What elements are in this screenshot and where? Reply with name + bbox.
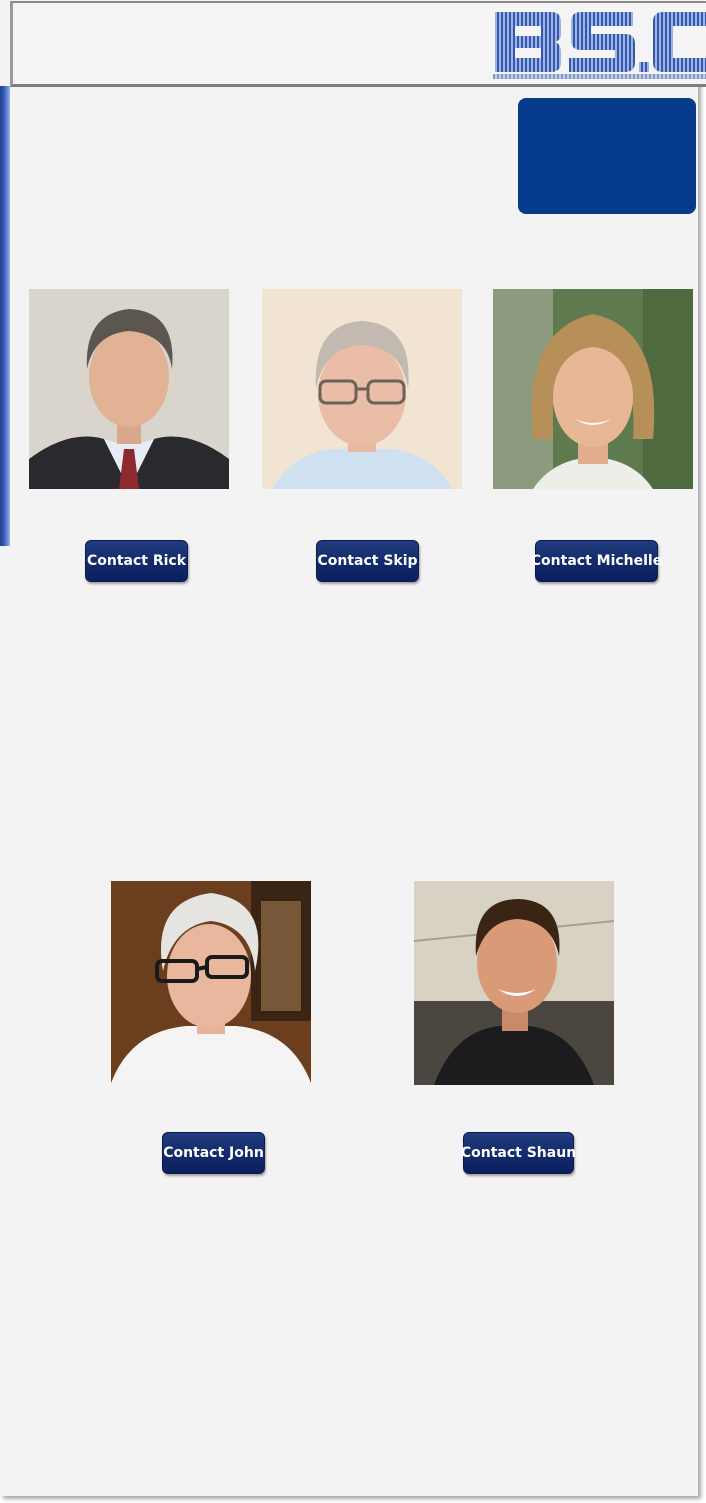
skip-photo (262, 289, 462, 489)
contact-shaun-button[interactable]: Contact Shaun (461, 1132, 576, 1174)
contact-john-button[interactable]: Contact John (162, 1132, 265, 1174)
contact-skip-button[interactable]: Contact Skip (316, 540, 419, 582)
shaun-photo (414, 881, 614, 1085)
left-accent-bar (0, 86, 10, 546)
john-photo (111, 881, 311, 1083)
michelle-photo (493, 289, 693, 489)
contact-rick-button[interactable]: Contact Rick (85, 540, 188, 582)
bsc-logo[interactable] (493, 10, 706, 80)
page (0, 0, 698, 1496)
contact-michelle-button[interactable]: Contact Michelle (531, 540, 662, 582)
blue-panel (518, 98, 696, 214)
rick-photo (29, 289, 229, 489)
